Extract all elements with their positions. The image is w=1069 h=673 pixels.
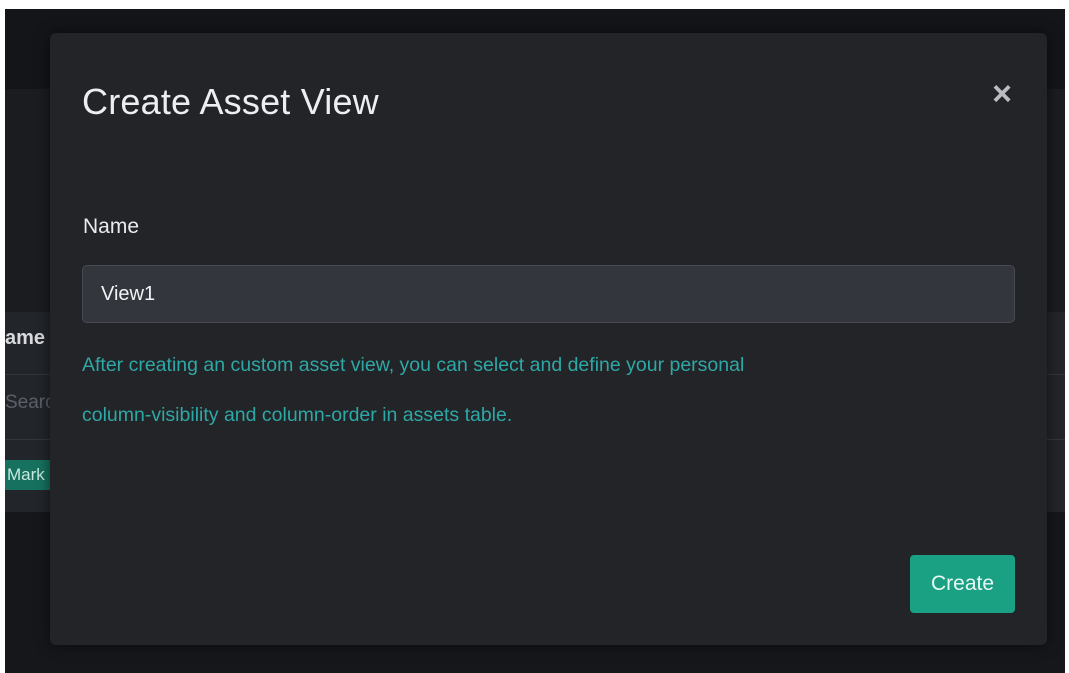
- create-button[interactable]: Create: [910, 555, 1015, 613]
- name-field-label: Name: [83, 215, 140, 238]
- help-text-line-1: After creating an custom asset view, you…: [82, 354, 745, 376]
- close-icon[interactable]: ×: [987, 77, 1017, 111]
- name-input[interactable]: [82, 265, 1015, 323]
- app-screen: ame Searc Mark Create Asset View × Name …: [5, 9, 1065, 673]
- help-text: After creating an custom asset view, you…: [82, 340, 982, 440]
- create-asset-view-modal: Create Asset View × Name After creating …: [50, 33, 1047, 645]
- background-table-header: ame: [5, 327, 46, 349]
- modal-title: Create Asset View: [82, 81, 379, 122]
- background-search-input: Searc: [5, 392, 55, 413]
- help-text-line-2: column-visibility and column-order in as…: [82, 404, 513, 426]
